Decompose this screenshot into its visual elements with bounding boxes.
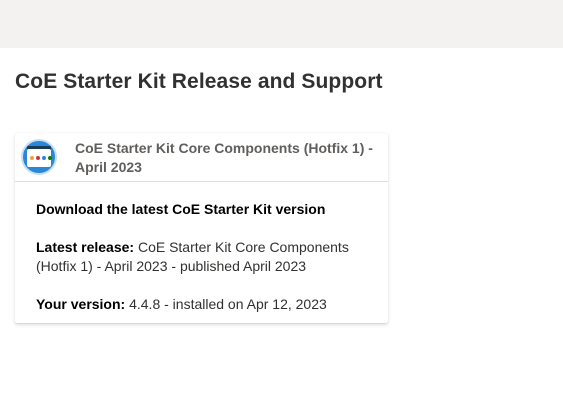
- app-icon-dot: [48, 156, 52, 160]
- top-band: [0, 0, 563, 48]
- your-version-label: Your version:: [36, 296, 126, 312]
- app-icon-dot: [42, 156, 46, 160]
- your-version-row: Your version: 4.4.8 - installed on Apr 1…: [36, 295, 368, 314]
- page-title: CoE Starter Kit Release and Support: [15, 70, 383, 93]
- release-card-body: Download the latest CoE Starter Kit vers…: [15, 182, 388, 314]
- latest-release-label: Latest release:: [36, 239, 135, 255]
- your-version-value: 4.4.8 - installed on Apr 12, 2023: [129, 296, 327, 312]
- release-card: CoE Starter Kit Core Components (Hotfix …: [15, 133, 388, 323]
- download-heading: Download the latest CoE Starter Kit vers…: [36, 201, 326, 217]
- app-icon-dot: [36, 156, 40, 160]
- release-card-title: CoE Starter Kit Core Components (Hotfix …: [75, 140, 373, 175]
- release-card-header: CoE Starter Kit Core Components (Hotfix …: [15, 133, 388, 182]
- latest-release-row: Latest release: CoE Starter Kit Core Com…: [36, 238, 368, 276]
- app-icon-dot: [30, 156, 34, 160]
- coe-starter-kit-app-icon: [21, 139, 57, 175]
